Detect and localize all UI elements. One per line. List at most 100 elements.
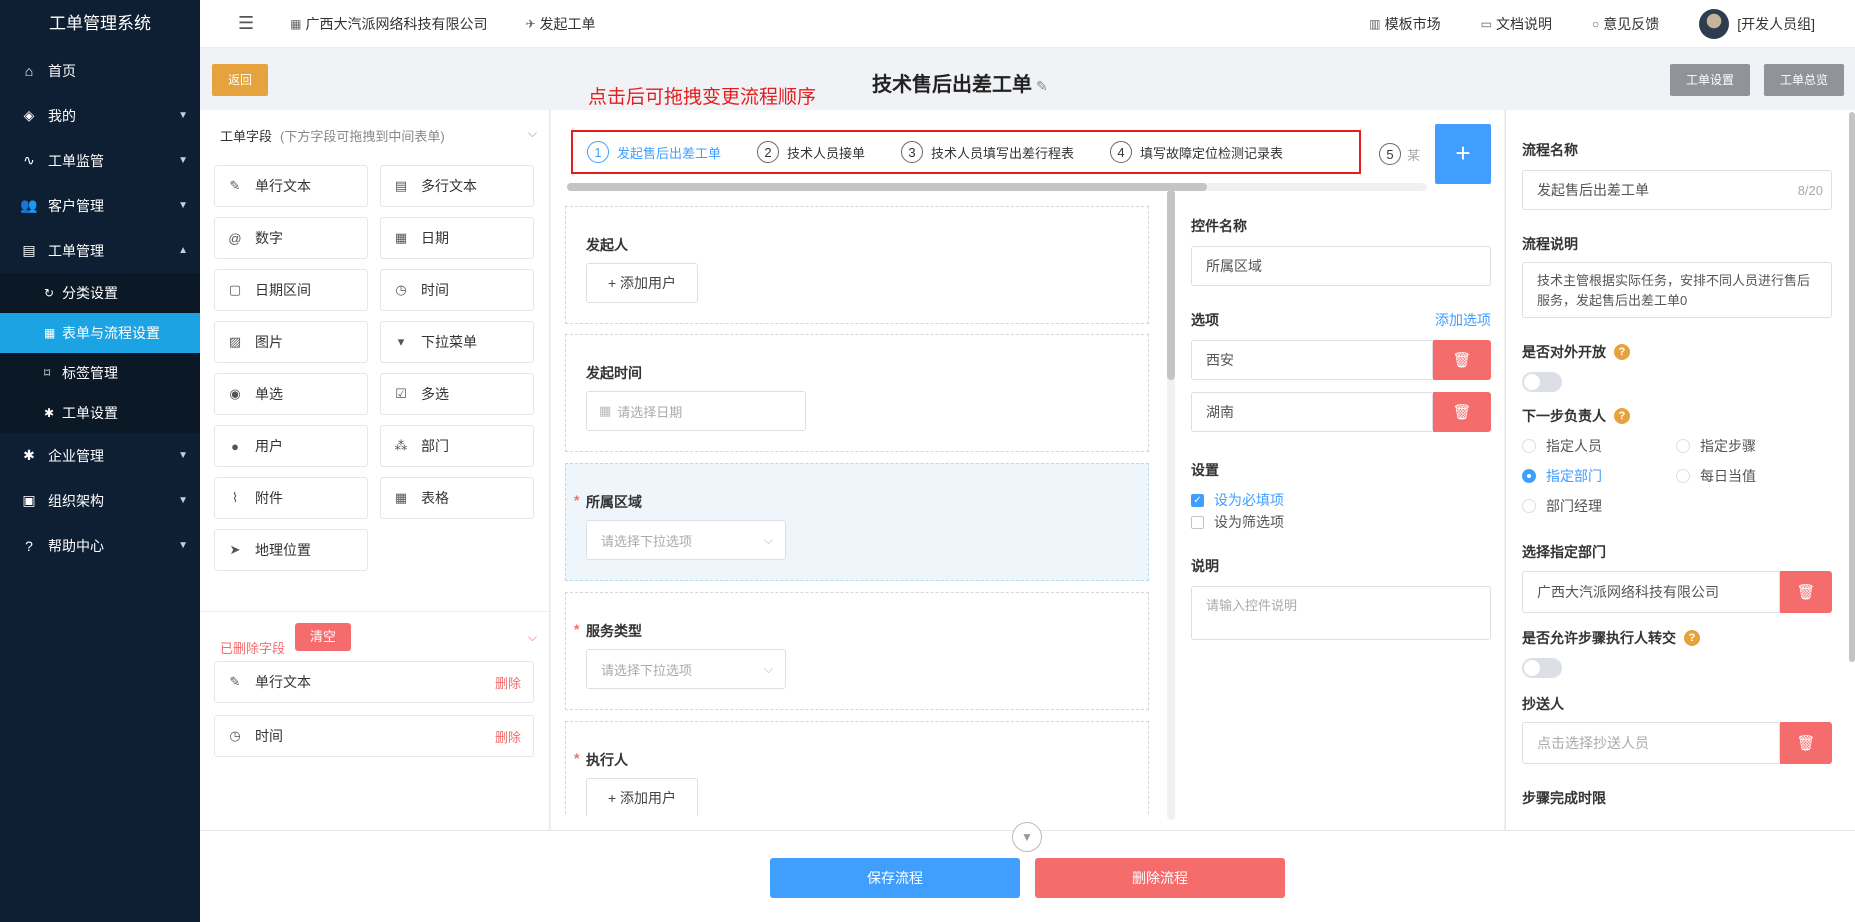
sidebar-item-mine[interactable]: ◈ 我的 ▼ xyxy=(0,93,200,138)
flow-step[interactable]: 1 发起售后出差工单 xyxy=(587,141,721,163)
chevron-down-icon: ⌵ xyxy=(763,532,773,547)
trash-icon[interactable]: 🗑 xyxy=(1780,722,1832,764)
flow-step[interactable]: 3 技术人员填写出差行程表 xyxy=(901,141,1074,163)
option-input[interactable]: 西安 xyxy=(1191,340,1433,380)
trash-icon[interactable]: 🗑 xyxy=(1780,571,1832,613)
feedback-link[interactable]: ○ 意见反馈 xyxy=(1592,14,1659,34)
table-icon: ▦ xyxy=(394,490,408,505)
workorder-settings-button[interactable]: 工单设置 xyxy=(1670,64,1750,96)
form-scrollbar[interactable] xyxy=(1167,190,1175,820)
collapse-icon[interactable]: ▼ xyxy=(1012,822,1042,852)
sidebar-item-tags[interactable]: ⌑ 标签管理 xyxy=(0,353,200,393)
remove-link[interactable]: 删除 xyxy=(495,673,521,692)
field-checkbox[interactable]: ☑ 多选 xyxy=(380,373,534,415)
field-image[interactable]: ▨ 图片 xyxy=(214,321,368,363)
field-user[interactable]: ● 用户 xyxy=(214,425,368,467)
required-mark: * xyxy=(574,750,580,766)
field-time[interactable]: ◷ 时间 xyxy=(380,269,534,311)
form-field-block-selected[interactable]: * 所属区域 请选择下拉选项 ⌵ xyxy=(565,463,1149,581)
chevron-down-icon[interactable]: ⌵ xyxy=(528,126,537,141)
flow-step[interactable]: 2 技术人员接单 xyxy=(757,141,865,163)
service-type-select[interactable]: 请选择下拉选项 ⌵ xyxy=(586,649,786,689)
edit-icon[interactable]: ✎ xyxy=(1036,78,1048,94)
public-toggle[interactable] xyxy=(1522,372,1562,392)
field-department[interactable]: ⁂ 部门 xyxy=(380,425,534,467)
field-date-range[interactable]: ▢ 日期区间 xyxy=(214,269,368,311)
help-icon[interactable]: ? xyxy=(1614,344,1630,360)
radio-specified-person[interactable]: 指定人员 xyxy=(1522,436,1602,456)
flow-description-input[interactable]: 技术主管根据实际任务，安排不同人员进行售后服务，发起售后出差工单0 xyxy=(1522,262,1832,318)
remove-link[interactable]: 删除 xyxy=(495,727,521,746)
field-dropdown[interactable]: ▾ 下拉菜单 xyxy=(380,321,534,363)
radio-department-manager[interactable]: 部门经理 xyxy=(1522,496,1602,516)
company-switcher[interactable]: ▦ 广西大汽派网络科技有限公司 xyxy=(290,14,487,34)
sidebar-item-form-flow[interactable]: ▦ 表单与流程设置 xyxy=(0,313,200,353)
scrollbar-thumb[interactable] xyxy=(567,183,1207,191)
field-location[interactable]: ➤ 地理位置 xyxy=(214,529,368,571)
trash-icon[interactable]: 🗑 xyxy=(1433,392,1491,432)
steps-scrollbar[interactable] xyxy=(567,183,1427,191)
field-number[interactable]: @ 数字 xyxy=(214,217,368,259)
form-field-block[interactable]: * 服务类型 请选择下拉选项 ⌵ xyxy=(565,592,1149,710)
field-attachment[interactable]: ⌇ 附件 xyxy=(214,477,368,519)
add-user-button[interactable]: + 添加用户 xyxy=(586,263,698,303)
field-table[interactable]: ▦ 表格 xyxy=(380,477,534,519)
sidebar-submenu: ↻ 分类设置 ▦ 表单与流程设置 ⌑ 标签管理 ✱ 工单设置 xyxy=(0,273,200,433)
filter-checkbox[interactable]: 设为筛选项 xyxy=(1191,512,1284,532)
option-input[interactable]: 湖南 xyxy=(1191,392,1433,432)
menu-toggle-icon[interactable]: ☰ xyxy=(238,13,254,34)
add-step-button[interactable]: + xyxy=(1435,124,1491,184)
transfer-toggle[interactable] xyxy=(1522,658,1562,678)
flow-step[interactable]: 4 填写故障定位检测记录表 xyxy=(1110,141,1283,163)
flow-step[interactable]: 5某 xyxy=(1379,143,1420,165)
back-button[interactable]: 返回 xyxy=(212,64,268,96)
settings-scrollbar[interactable] xyxy=(1849,112,1855,662)
control-description-input[interactable]: 请输入控件说明 xyxy=(1191,586,1491,640)
required-checkbox[interactable]: ✓ 设为必填项 xyxy=(1191,490,1284,510)
user-name[interactable]: [开发人员组] xyxy=(1737,14,1815,34)
radio-specified-department[interactable]: 指定部门 xyxy=(1522,466,1602,486)
form-field-block[interactable]: * 执行人 + 添加用户 xyxy=(565,721,1149,816)
date-input[interactable]: ▦ 请选择日期 xyxy=(586,391,806,431)
add-user-button[interactable]: + 添加用户 xyxy=(586,778,698,816)
radio-specified-step[interactable]: 指定步骤 xyxy=(1676,436,1756,456)
sidebar-item-customers[interactable]: 👥 客户管理 ▼ xyxy=(0,183,200,228)
control-name-input[interactable]: 所属区域 xyxy=(1191,246,1491,286)
sidebar-item-home[interactable]: ⌂ 首页 xyxy=(0,48,200,93)
cc-input[interactable]: 点击选择抄送人员 xyxy=(1522,722,1780,764)
sidebar-item-org[interactable]: ▣ 组织架构 ▼ xyxy=(0,478,200,523)
form-field-block[interactable]: 发起人 + 添加用户 xyxy=(565,206,1149,324)
trash-icon[interactable]: 🗑 xyxy=(1433,340,1491,380)
sidebar-item-workorders[interactable]: ▤ 工单管理 ▲ xyxy=(0,228,200,273)
docs-link[interactable]: ▭ 文档说明 xyxy=(1481,14,1552,34)
deleted-field-single-text[interactable]: ✎ 单行文本 删除 xyxy=(214,661,534,703)
sidebar-item-category[interactable]: ↻ 分类设置 xyxy=(0,273,200,313)
deleted-field-time[interactable]: ◷ 时间 删除 xyxy=(214,715,534,757)
flow-name-input[interactable]: 发起售后出差工单 8/20 xyxy=(1522,170,1832,210)
sidebar-item-enterprise[interactable]: ✱ 企业管理 ▼ xyxy=(0,433,200,478)
form-field-block[interactable]: 发起时间 ▦ 请选择日期 xyxy=(565,334,1149,452)
field-date[interactable]: ▦ 日期 xyxy=(380,217,534,259)
add-option-link[interactable]: 添加选项 xyxy=(1435,310,1491,330)
save-flow-button[interactable]: 保存流程 xyxy=(770,858,1020,898)
workorder-overview-button[interactable]: 工单总览 xyxy=(1764,64,1844,96)
sidebar-item-help[interactable]: ? 帮助中心 ▼ xyxy=(0,523,200,568)
field-multi-text[interactable]: ▤ 多行文本 xyxy=(380,165,534,207)
radio-daily-duty[interactable]: 每日当值 xyxy=(1676,466,1756,486)
help-icon[interactable]: ? xyxy=(1684,630,1700,646)
sidebar-item-workorder-settings[interactable]: ✱ 工单设置 xyxy=(0,393,200,433)
scrollbar-thumb[interactable] xyxy=(1167,190,1175,380)
region-select[interactable]: 请选择下拉选项 ⌵ xyxy=(586,520,786,560)
chevron-down-icon[interactable]: ⌵ xyxy=(528,630,537,645)
field-single-text[interactable]: ✎ 单行文本 xyxy=(214,165,368,207)
question-icon: ? xyxy=(25,537,33,554)
template-market-link[interactable]: ▥ 模板市场 xyxy=(1369,14,1440,34)
help-icon[interactable]: ? xyxy=(1614,408,1630,424)
field-radio[interactable]: ◉ 单选 xyxy=(214,373,368,415)
department-input[interactable]: 广西大汽派网络科技有限公司 xyxy=(1522,571,1780,613)
avatar[interactable] xyxy=(1699,9,1730,39)
launch-workorder-link[interactable]: ✈ 发起工单 xyxy=(525,14,595,34)
sidebar-item-monitor[interactable]: ∿ 工单监管 ▼ xyxy=(0,138,200,183)
delete-flow-button[interactable]: 删除流程 xyxy=(1035,858,1285,898)
clear-button[interactable]: 清空 xyxy=(295,623,351,651)
